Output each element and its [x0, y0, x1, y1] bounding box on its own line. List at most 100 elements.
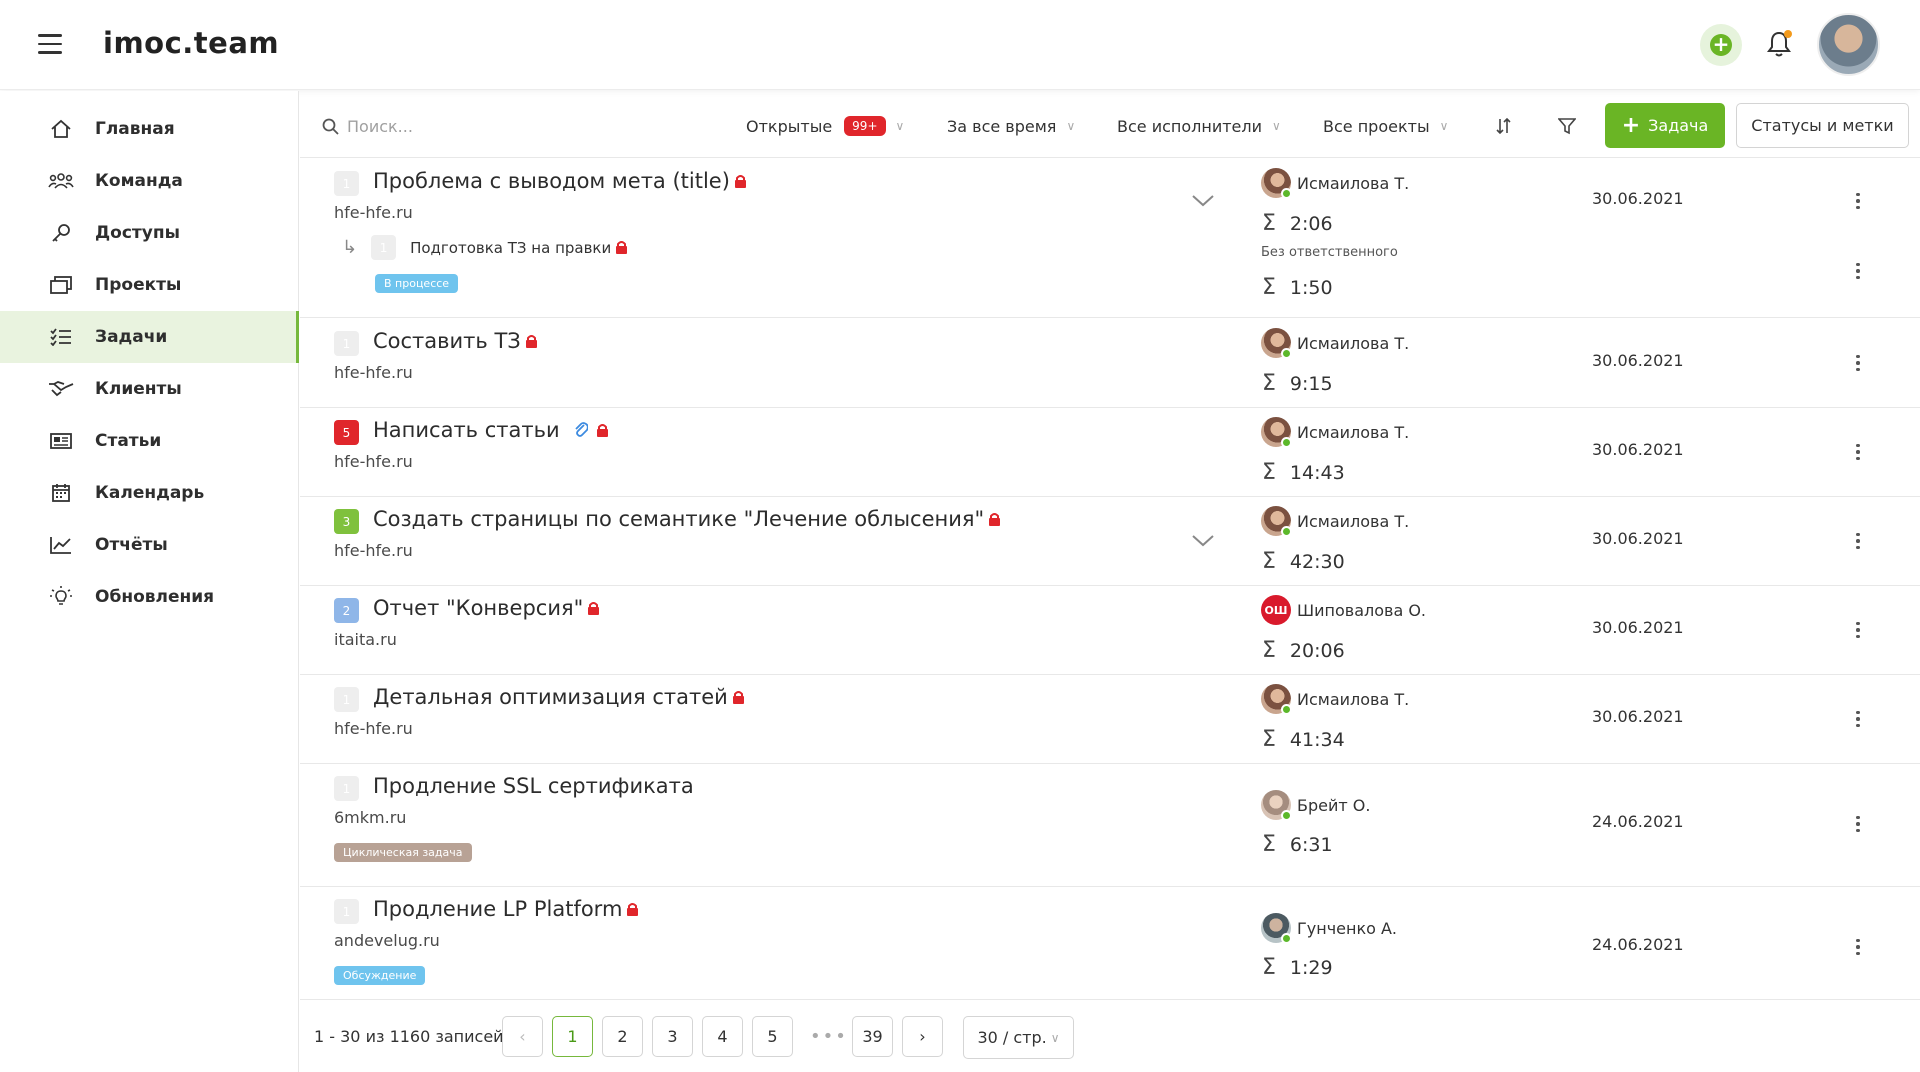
task-title-wrap[interactable]: Отчет "Конверсия" [373, 596, 600, 620]
assignee-filter-label: Все исполнители [1117, 116, 1263, 136]
prev-page-button[interactable]: ‹ [502, 1016, 543, 1057]
table-row[interactable]: 1 Составить ТЗ hfe-hfe.ru Исмаилова Т. Σ… [300, 319, 1920, 408]
assignee[interactable]: Исмаилова Т. [1261, 684, 1409, 715]
assignee[interactable]: Брейт О. [1261, 790, 1371, 821]
due-date: 30.06.2021 [1592, 529, 1684, 548]
lock-icon [626, 902, 639, 917]
sidebar-item-clients[interactable]: Клиенты [0, 363, 299, 415]
assignee-filter[interactable]: Все исполнители ∨ [1117, 111, 1281, 141]
page-button[interactable]: 4 [702, 1016, 743, 1057]
task-title-wrap[interactable]: Составить ТЗ [373, 329, 538, 353]
more-icon[interactable] [1848, 937, 1868, 957]
assignee-name: Брейт О. [1297, 795, 1371, 815]
priority-badge: 1 [334, 171, 359, 196]
assignee[interactable]: Гунченко А. [1261, 913, 1397, 944]
page-button[interactable]: 5 [752, 1016, 793, 1057]
sidebar-item-projects[interactable]: Проекты [0, 259, 299, 311]
statuses-button[interactable]: Статусы и метки [1736, 103, 1909, 148]
time-spent: Σ 14:43 [1262, 460, 1345, 485]
page-button[interactable]: 2 [602, 1016, 643, 1057]
table-row[interactable]: 1 Проблема с выводом мета (title) hfe-hf… [300, 159, 1920, 318]
sidebar-item-updates[interactable]: Обновления [0, 571, 299, 623]
team-icon [48, 170, 74, 192]
assignee[interactable]: Исмаилова Т. [1261, 168, 1409, 199]
task-domain: andevelug.ru [334, 931, 440, 950]
chevron-down-icon[interactable] [1191, 533, 1215, 549]
status-tag: Циклическая задача [334, 843, 472, 862]
plus-icon: + [1710, 34, 1732, 56]
more-icon[interactable] [1848, 620, 1868, 640]
table-row[interactable]: 1 Детальная оптимизация статей hfe-hfe.r… [300, 675, 1920, 764]
search-input[interactable] [347, 116, 547, 136]
sidebar-item-home[interactable]: Главная [0, 103, 299, 155]
user-avatar[interactable] [1817, 13, 1880, 76]
more-icon[interactable] [1848, 261, 1868, 281]
more-icon[interactable] [1848, 531, 1868, 551]
table-row[interactable]: 2 Отчет "Конверсия" itaita.ru ОШ Шиповал… [300, 586, 1920, 675]
page-ellipsis[interactable]: ••• [810, 1026, 848, 1047]
period-filter[interactable]: За все время ∨ [947, 111, 1075, 141]
assignee[interactable]: Исмаилова Т. [1261, 328, 1409, 359]
table-row[interactable]: 1 Продление SSL сертификата 6mkm.ru Цикл… [300, 764, 1920, 887]
sidebar-item-label: Задачи [95, 327, 168, 347]
assignee[interactable]: Исмаилова Т. [1261, 417, 1410, 448]
sigma-icon: Σ [1262, 955, 1276, 980]
status-filter[interactable]: Открытые 99+ ∨ [746, 111, 904, 141]
task-title-wrap[interactable]: Проблема с выводом мета (title) [373, 169, 747, 193]
sidebar-item-label: Статьи [95, 431, 162, 451]
per-page-value: 30 / стр. [977, 1028, 1047, 1047]
sidebar-item-tasks[interactable]: Задачи [0, 311, 299, 363]
project-filter[interactable]: Все проекты ∨ [1323, 111, 1448, 141]
table-row[interactable]: 5 Написать статьи hfe-hfe.ru Исмаилова Т… [300, 408, 1920, 497]
time-value: 41:34 [1289, 728, 1345, 751]
quick-add-button[interactable]: + [1700, 24, 1742, 66]
table-row[interactable]: 1 Продление LP Platform andevelug.ru Обс… [300, 887, 1920, 1000]
sort-icon[interactable] [1489, 111, 1519, 141]
page-button[interactable]: 39 [852, 1016, 893, 1057]
next-page-button[interactable]: › [902, 1016, 943, 1057]
menu-icon[interactable] [38, 34, 62, 54]
avatar [1261, 684, 1292, 715]
sidebar-item-label: Обновления [95, 587, 215, 607]
sidebar-item-access[interactable]: Доступы [0, 207, 299, 259]
table-row[interactable]: 3 Создать страницы по семантике "Лечение… [300, 497, 1920, 586]
assignee[interactable]: Исмаилова Т. [1261, 506, 1409, 537]
task-domain: hfe-hfe.ru [334, 719, 413, 738]
bulb-icon [48, 586, 74, 608]
sidebar-item-team[interactable]: Команда [0, 155, 299, 207]
chevron-down-icon[interactable] [1191, 193, 1215, 209]
task-title: Продление SSL сертификата [373, 774, 694, 798]
task-title-wrap[interactable]: Продление SSL сертификата [373, 774, 694, 798]
assignee[interactable]: ОШ Шиповалова О. [1261, 595, 1426, 625]
page-button[interactable]: 3 [652, 1016, 693, 1057]
more-icon[interactable] [1848, 442, 1868, 462]
filter-icon[interactable] [1552, 111, 1582, 141]
pagination: 1 - 30 из 1160 записей ‹ 1 2 3 4 5 ••• 3… [300, 1000, 1920, 1072]
sidebar-item-reports[interactable]: Отчёты [0, 519, 299, 571]
task-title-wrap[interactable]: Детальная оптимизация статей [373, 685, 745, 709]
sidebar-item-calendar[interactable]: Календарь [0, 467, 299, 519]
more-icon[interactable] [1848, 814, 1868, 834]
task-title-wrap[interactable]: Написать статьи [373, 418, 609, 442]
assignee-name: Исмаилова Т. [1297, 422, 1410, 442]
page-button[interactable]: 1 [552, 1016, 593, 1057]
task-title-wrap[interactable]: Продление LP Platform [373, 897, 639, 921]
sidebar-item-label: Команда [95, 171, 183, 191]
logo[interactable]: imoc.team [103, 26, 279, 60]
per-page-select[interactable]: 30 / стр. ∨ [963, 1016, 1074, 1059]
sidebar-item-articles[interactable]: Статьи [0, 415, 299, 467]
bell-icon[interactable] [1766, 30, 1796, 62]
priority-badge: 1 [334, 687, 359, 712]
task-title: Отчет "Конверсия" [373, 596, 584, 620]
subtask[interactable]: ↳ 1 Подготовка ТЗ на правки [342, 235, 628, 260]
due-date: 30.06.2021 [1592, 189, 1684, 208]
more-icon[interactable] [1848, 353, 1868, 373]
home-icon [48, 118, 74, 140]
sidebar-item-label: Клиенты [95, 379, 182, 399]
task-title-wrap[interactable]: Создать страницы по семантике "Лечение о… [373, 507, 1001, 531]
tasks-icon [48, 326, 74, 348]
more-icon[interactable] [1848, 709, 1868, 729]
more-icon[interactable] [1848, 191, 1868, 211]
add-task-button[interactable]: + Задача [1605, 103, 1725, 148]
search-box[interactable] [322, 113, 582, 139]
